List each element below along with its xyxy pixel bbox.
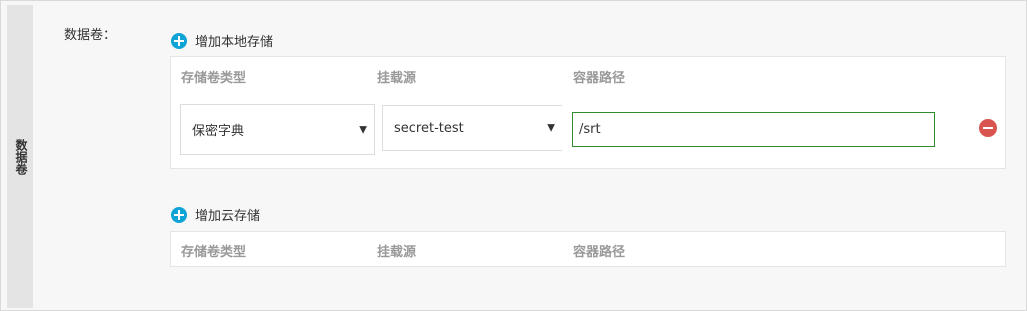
plus-circle-icon (171, 32, 187, 49)
column-header-volume-type: 存储卷类型 (181, 245, 247, 260)
local-storage-panel: 存储卷类型 挂载源 容器路径 保密字典 ▼ secret-test ▼ (170, 56, 1006, 169)
section-label: 数据卷： (64, 28, 117, 43)
add-local-storage-label: 增加本地存储 (195, 35, 274, 50)
add-cloud-storage-button[interactable]: 增加云存储 (171, 205, 260, 224)
caret-down-icon: ▼ (547, 122, 555, 134)
column-header-volume-type: 存储卷类型 (181, 71, 247, 86)
column-header-container-path: 容器路径 (573, 71, 626, 86)
mount-source-value: secret-test (394, 120, 464, 136)
cloud-storage-panel: 存储卷类型 挂载源 容器路径 (170, 231, 1006, 267)
column-header-mount-source: 挂载源 (377, 71, 417, 86)
side-tab-label: 数据卷 (14, 139, 28, 175)
add-cloud-storage-label: 增加云存储 (195, 209, 261, 224)
plus-circle-icon (171, 206, 187, 223)
volume-type-select[interactable]: 保密字典 ▼ (180, 104, 375, 155)
caret-down-icon: ▼ (359, 124, 367, 135)
volume-type-value: 保密字典 (192, 124, 245, 139)
minus-circle-icon[interactable] (979, 119, 997, 137)
add-local-storage-button[interactable]: 增加本地存储 (171, 31, 273, 50)
container-path-input[interactable] (572, 112, 935, 147)
column-header-mount-source: 挂载源 (377, 245, 417, 260)
mount-source-select[interactable]: secret-test ▼ (382, 105, 562, 151)
column-header-container-path: 容器路径 (573, 245, 626, 260)
